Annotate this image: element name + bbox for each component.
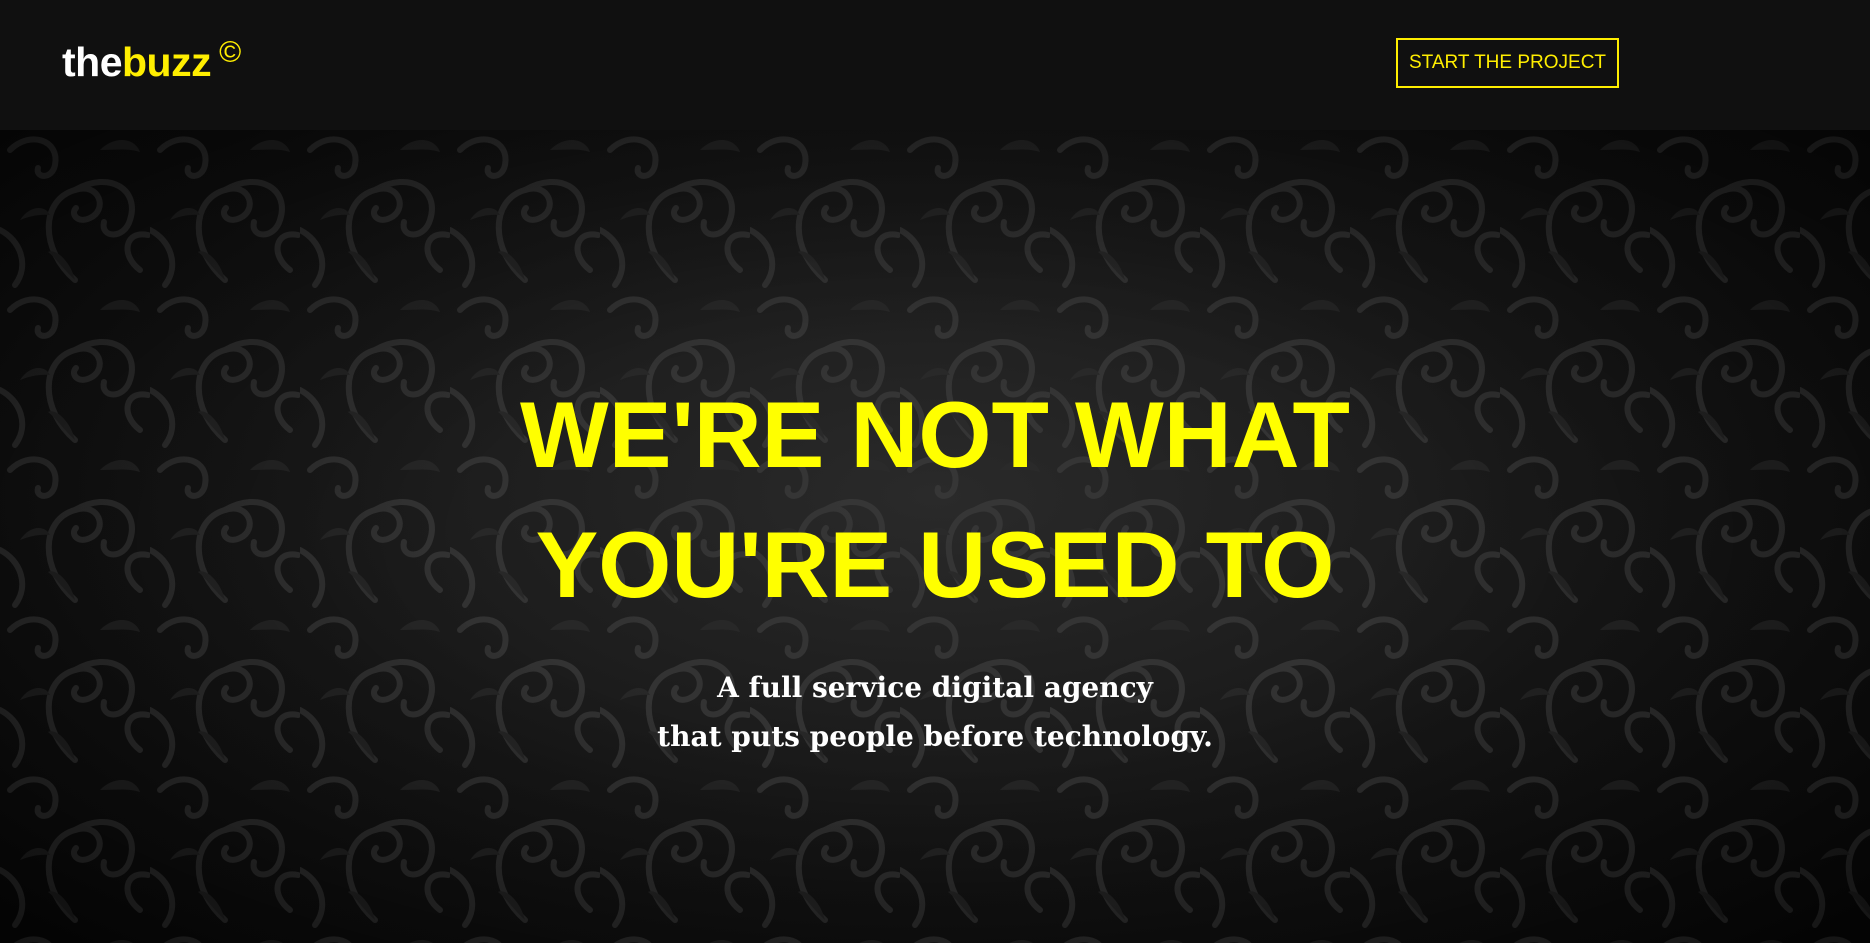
- top-navigation-bar: thebuzz © START THE PROJECT: [0, 0, 1870, 130]
- headline-line-1: WE'RE NOT WHAT: [520, 382, 1350, 487]
- headline-line-2: YOU'RE USED TO: [535, 512, 1335, 617]
- hero-subtitle: A full service digital agency that puts …: [0, 663, 1870, 761]
- logo-text-buzz: buzz: [122, 39, 212, 85]
- hero-headline: WE'RE NOT WHAT YOU'RE USED TO: [0, 370, 1870, 630]
- hero-section: WE'RE NOT WHAT YOU'RE USED TO A full ser…: [0, 130, 1870, 943]
- brand-logo[interactable]: thebuzz ©: [62, 36, 241, 91]
- subtitle-line-2: that puts people before technology.: [657, 720, 1213, 753]
- copyright-icon: ©: [219, 36, 241, 69]
- start-project-button[interactable]: START THE PROJECT: [1396, 38, 1619, 88]
- subtitle-line-1: A full service digital agency: [717, 671, 1153, 704]
- logo-text-the: the: [62, 39, 123, 85]
